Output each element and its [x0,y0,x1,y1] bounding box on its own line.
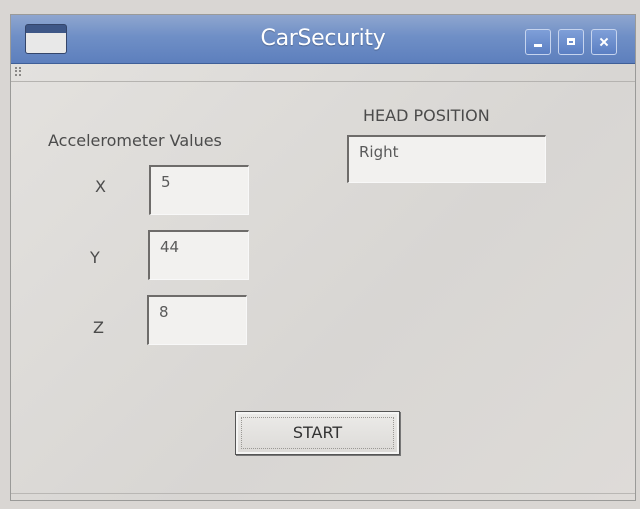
minimize-icon[interactable] [525,29,551,55]
maximize-icon[interactable] [558,29,584,55]
title-bar[interactable]: CarSecurity [11,15,635,64]
z-label: Z [93,318,104,337]
x-value-field[interactable]: 5 [149,165,249,215]
head-position-heading: HEAD POSITION [363,106,490,125]
start-button[interactable]: START [235,411,400,455]
toolbar-strip [11,63,635,82]
close-icon[interactable] [591,29,617,55]
y-value-field[interactable]: 44 [148,230,249,280]
head-position-field[interactable]: Right [347,135,546,183]
accelerometer-heading: Accelerometer Values [48,131,222,150]
start-focus-ring [241,417,394,449]
toolbar-grip-icon[interactable] [15,67,21,76]
app-window: CarSecurity Accelerometer Values X 5 Y 4… [10,14,636,501]
y-label: Y [90,248,100,267]
status-strip [11,493,635,500]
z-value-field[interactable]: 8 [147,295,247,345]
x-label: X [95,177,106,196]
